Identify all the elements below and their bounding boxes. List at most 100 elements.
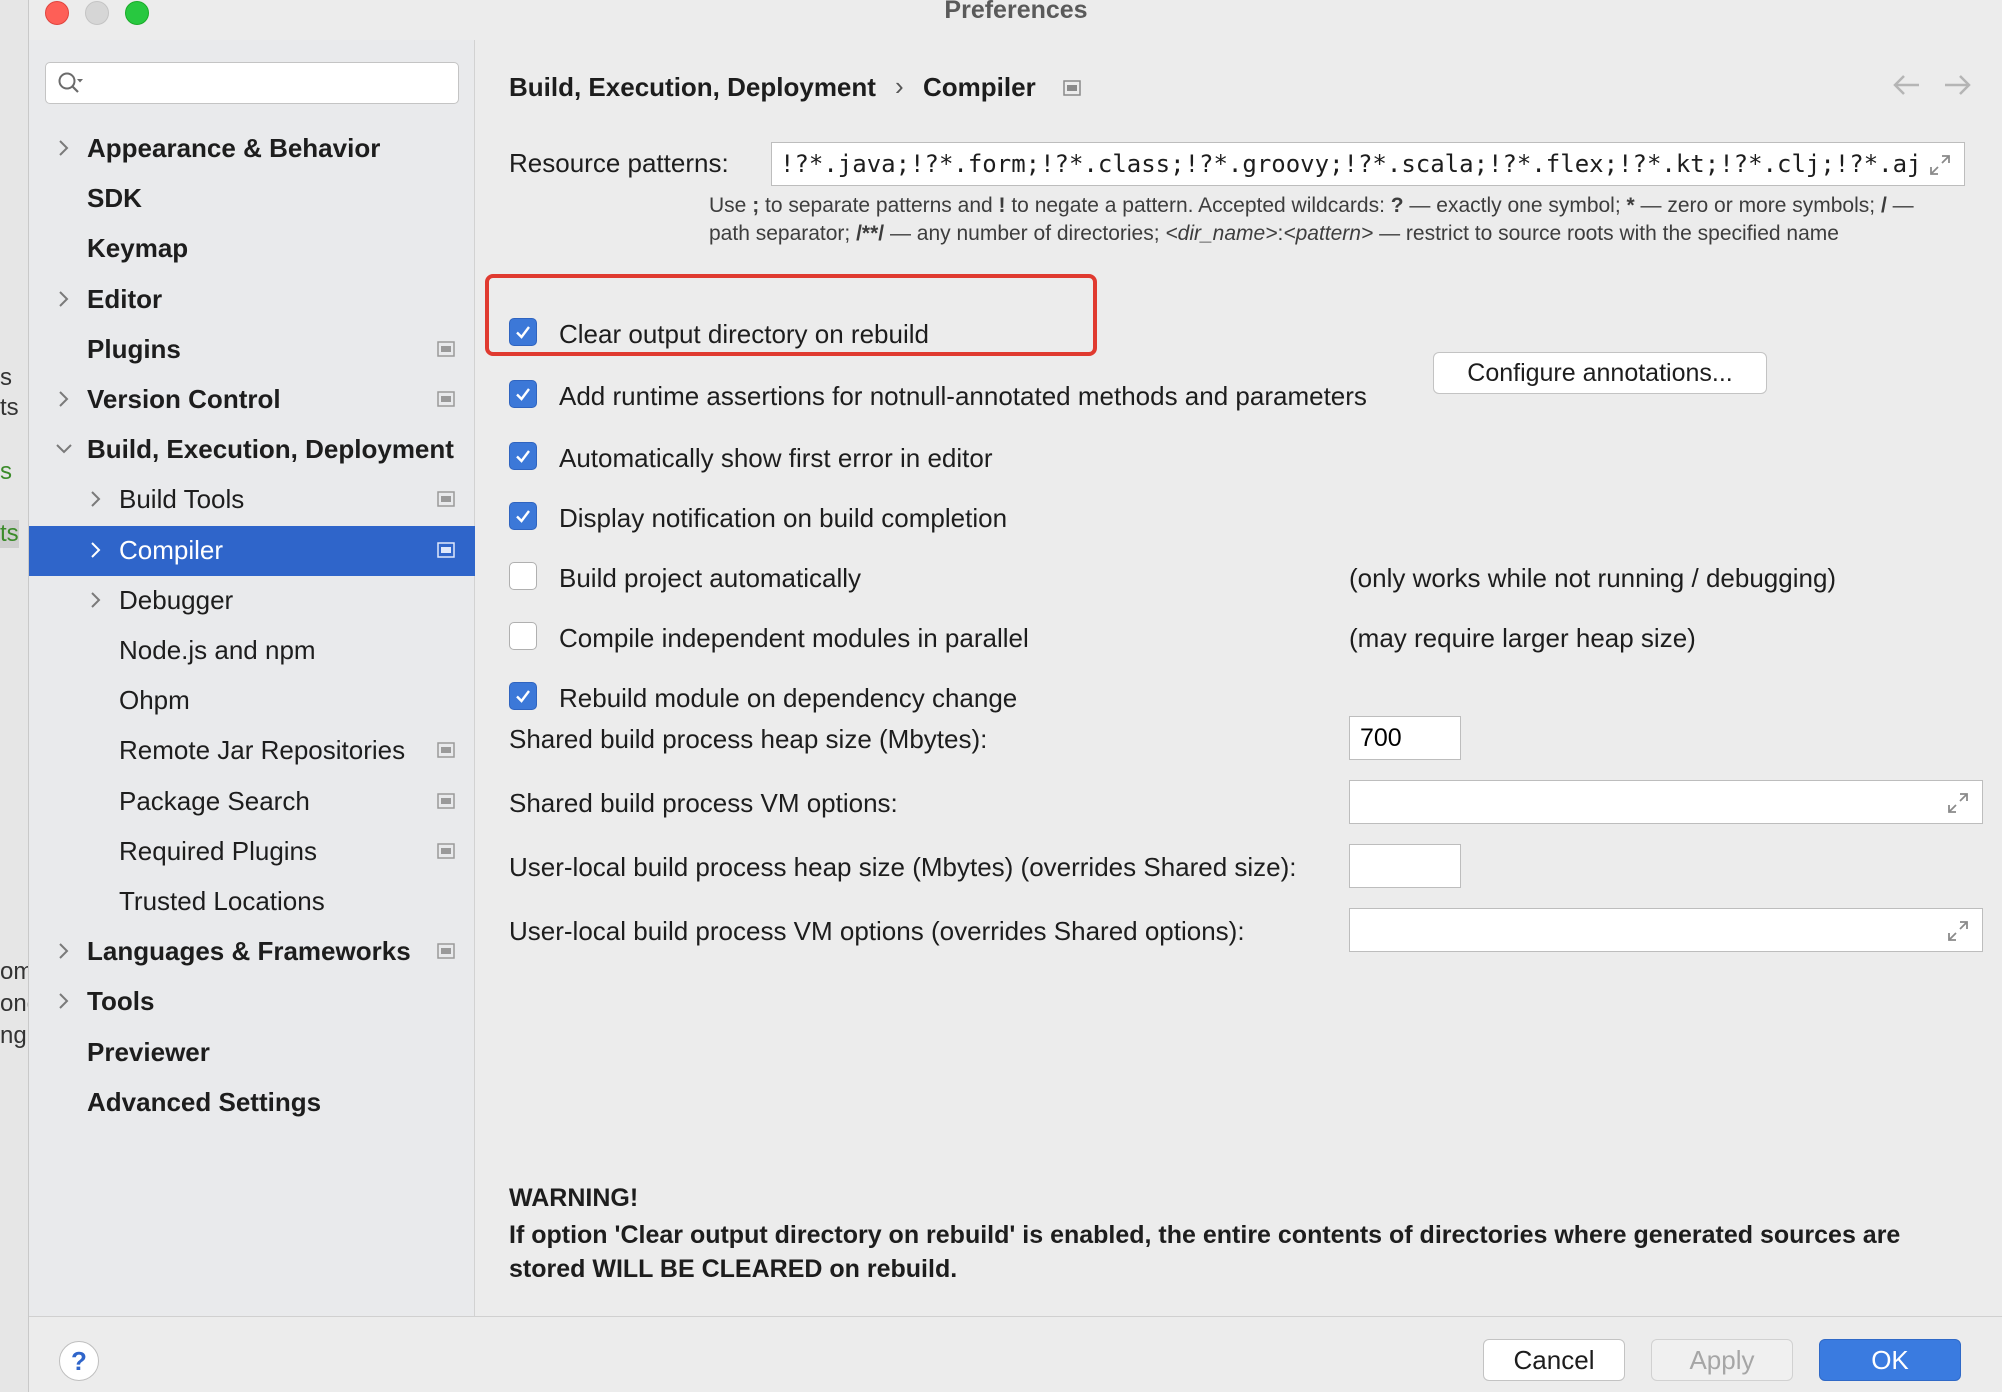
chevron-right-icon[interactable]: [53, 940, 75, 962]
option-label: Rebuild module on dependency change: [559, 683, 1018, 713]
option-checkbox[interactable]: [509, 502, 537, 530]
option-row[interactable]: Display notification on build completion: [509, 494, 1989, 538]
option-checkbox[interactable]: [509, 442, 537, 470]
sidebar-item[interactable]: Node.js and npm: [29, 626, 475, 676]
chevron-right-icon[interactable]: [53, 288, 75, 310]
sidebar-item[interactable]: Editor: [29, 275, 475, 325]
checkmark-icon: [516, 690, 530, 703]
expand-icon[interactable]: [1946, 919, 1970, 943]
sidebar-item[interactable]: Tools: [29, 977, 475, 1027]
chevron-right-icon[interactable]: [85, 539, 107, 561]
project-level-icon: [437, 491, 455, 508]
sidebar-item-label: Build, Execution, Deployment: [87, 434, 454, 465]
shared-vm-label: Shared build process VM options:: [509, 788, 898, 818]
option-row[interactable]: Rebuild module on dependency change: [509, 674, 1989, 718]
chevron-right-icon[interactable]: [85, 589, 107, 611]
background-text: s: [0, 458, 12, 485]
local-vm-field[interactable]: [1349, 908, 1983, 952]
checkmark-icon: [516, 450, 530, 463]
option-row[interactable]: Build project automatically (only works w…: [509, 554, 1989, 598]
option-checkbox[interactable]: [509, 562, 537, 590]
checkmark-icon: [516, 510, 530, 523]
sidebar-item[interactable]: Compiler: [29, 525, 475, 576]
option-note: (only works while not running / debuggin…: [1349, 563, 1837, 593]
expand-icon[interactable]: [1946, 791, 1970, 815]
chevron-right-icon[interactable]: [85, 488, 107, 510]
search-icon[interactable]: [56, 70, 84, 98]
background-text: ng: [0, 1022, 27, 1049]
sidebar-item[interactable]: Remote Jar Repositories: [29, 726, 475, 776]
sidebar-item-label: Editor: [87, 283, 163, 314]
option-row[interactable]: Add runtime assertions for notnull-annot…: [509, 372, 1989, 416]
local-vm-input[interactable]: [1360, 916, 1930, 945]
shared-heap-field[interactable]: [1349, 716, 1461, 760]
apply-button[interactable]: Apply: [1651, 1339, 1793, 1381]
local-vm-label: User-local build process VM options (ove…: [509, 916, 1245, 946]
option-checkbox[interactable]: [509, 682, 537, 710]
compiler-settings-panel: Build, Execution, Deployment › Compiler …: [475, 40, 2002, 1316]
option-row[interactable]: Automatically show first error in editor: [509, 434, 1989, 478]
sidebar-item-label: Node.js and npm: [119, 635, 316, 665]
option-checkbox[interactable]: [509, 380, 537, 408]
shared-vm-field[interactable]: [1349, 780, 1983, 824]
sidebar-item-label: Tools: [87, 986, 155, 1017]
shared-heap-input[interactable]: [1360, 724, 1450, 753]
sidebar-item-label: Required Plugins: [119, 835, 318, 866]
chevron-right-icon[interactable]: [53, 137, 75, 159]
chevron-down-icon[interactable]: [53, 438, 75, 460]
ok-button[interactable]: OK: [1819, 1339, 1961, 1381]
sidebar-item[interactable]: Keymap: [29, 224, 475, 274]
help-button[interactable]: ?: [59, 1341, 99, 1381]
sidebar-item[interactable]: Version Control: [29, 375, 475, 425]
annotation-highlight-box: [485, 274, 1097, 356]
sidebar-item[interactable]: SDK: [29, 174, 475, 224]
sidebar-item-label: Compiler: [119, 534, 224, 565]
sidebar-item-label: Keymap: [87, 233, 189, 264]
settings-search-input[interactable]: [94, 69, 444, 97]
sidebar-item-label: Debugger: [119, 584, 234, 615]
cancel-button[interactable]: Cancel: [1483, 1339, 1625, 1381]
chevron-right-icon[interactable]: [53, 388, 75, 410]
sidebar-item[interactable]: Advanced Settings: [29, 1078, 475, 1128]
local-heap-input[interactable]: [1360, 852, 1450, 881]
shared-vm-input[interactable]: [1360, 788, 1930, 817]
sidebar-item[interactable]: Trusted Locations: [29, 877, 475, 927]
sidebar-item[interactable]: Ohpm: [29, 676, 475, 726]
option-checkbox[interactable]: [509, 622, 537, 650]
option-label: Display notification on build completion: [559, 503, 1008, 533]
sidebar-item[interactable]: Languages & Frameworks: [29, 927, 475, 977]
sidebar-item[interactable]: Appearance & Behavior: [29, 124, 475, 174]
sidebar-item[interactable]: Plugins: [29, 325, 475, 375]
sidebar-item[interactable]: Previewer: [29, 1028, 475, 1078]
background-text: ts: [0, 394, 19, 421]
sidebar-item-label: Package Search: [119, 785, 310, 816]
sidebar-item-label: Advanced Settings: [87, 1086, 322, 1117]
sidebar-item[interactable]: Build Tools: [29, 475, 475, 525]
sidebar-item-label: Build Tools: [119, 484, 245, 515]
project-level-icon: [437, 541, 455, 558]
sidebar-item-label: Languages & Frameworks: [87, 936, 411, 967]
project-level-icon: [437, 341, 455, 357]
background-text: ts: [0, 520, 19, 548]
sidebar-item[interactable]: Build, Execution, Deployment: [29, 425, 475, 475]
option-note: (may require larger heap size): [1349, 623, 1696, 653]
checkmark-icon: [516, 388, 530, 401]
option-label: Automatically show first error in editor: [559, 443, 993, 473]
sidebar-item[interactable]: Debugger: [29, 576, 475, 626]
sidebar-item[interactable]: Package Search: [29, 777, 475, 827]
chevron-right-icon[interactable]: [53, 990, 75, 1012]
project-level-icon: [437, 843, 455, 859]
option-row[interactable]: Compile independent modules in parallel (…: [509, 614, 1989, 658]
sidebar-item[interactable]: Required Plugins: [29, 827, 475, 877]
configure-annotations-button[interactable]: Configure annotations...: [1433, 352, 1767, 394]
local-heap-field[interactable]: [1349, 844, 1461, 888]
shared-heap-label: Shared build process heap size (Mbytes):: [509, 724, 988, 754]
sidebar-item-label: Appearance & Behavior: [87, 133, 381, 163]
sidebar-item-label: Plugins: [87, 333, 181, 364]
project-level-icon: [437, 792, 455, 809]
settings-search-box[interactable]: [45, 62, 459, 104]
local-heap-label: User-local build process heap size (Mbyt…: [509, 852, 1297, 882]
warning-text: If option 'Clear output directory on reb…: [509, 1221, 1901, 1283]
sidebar-item-label: Previewer: [87, 1036, 210, 1067]
project-level-icon: [437, 742, 455, 759]
